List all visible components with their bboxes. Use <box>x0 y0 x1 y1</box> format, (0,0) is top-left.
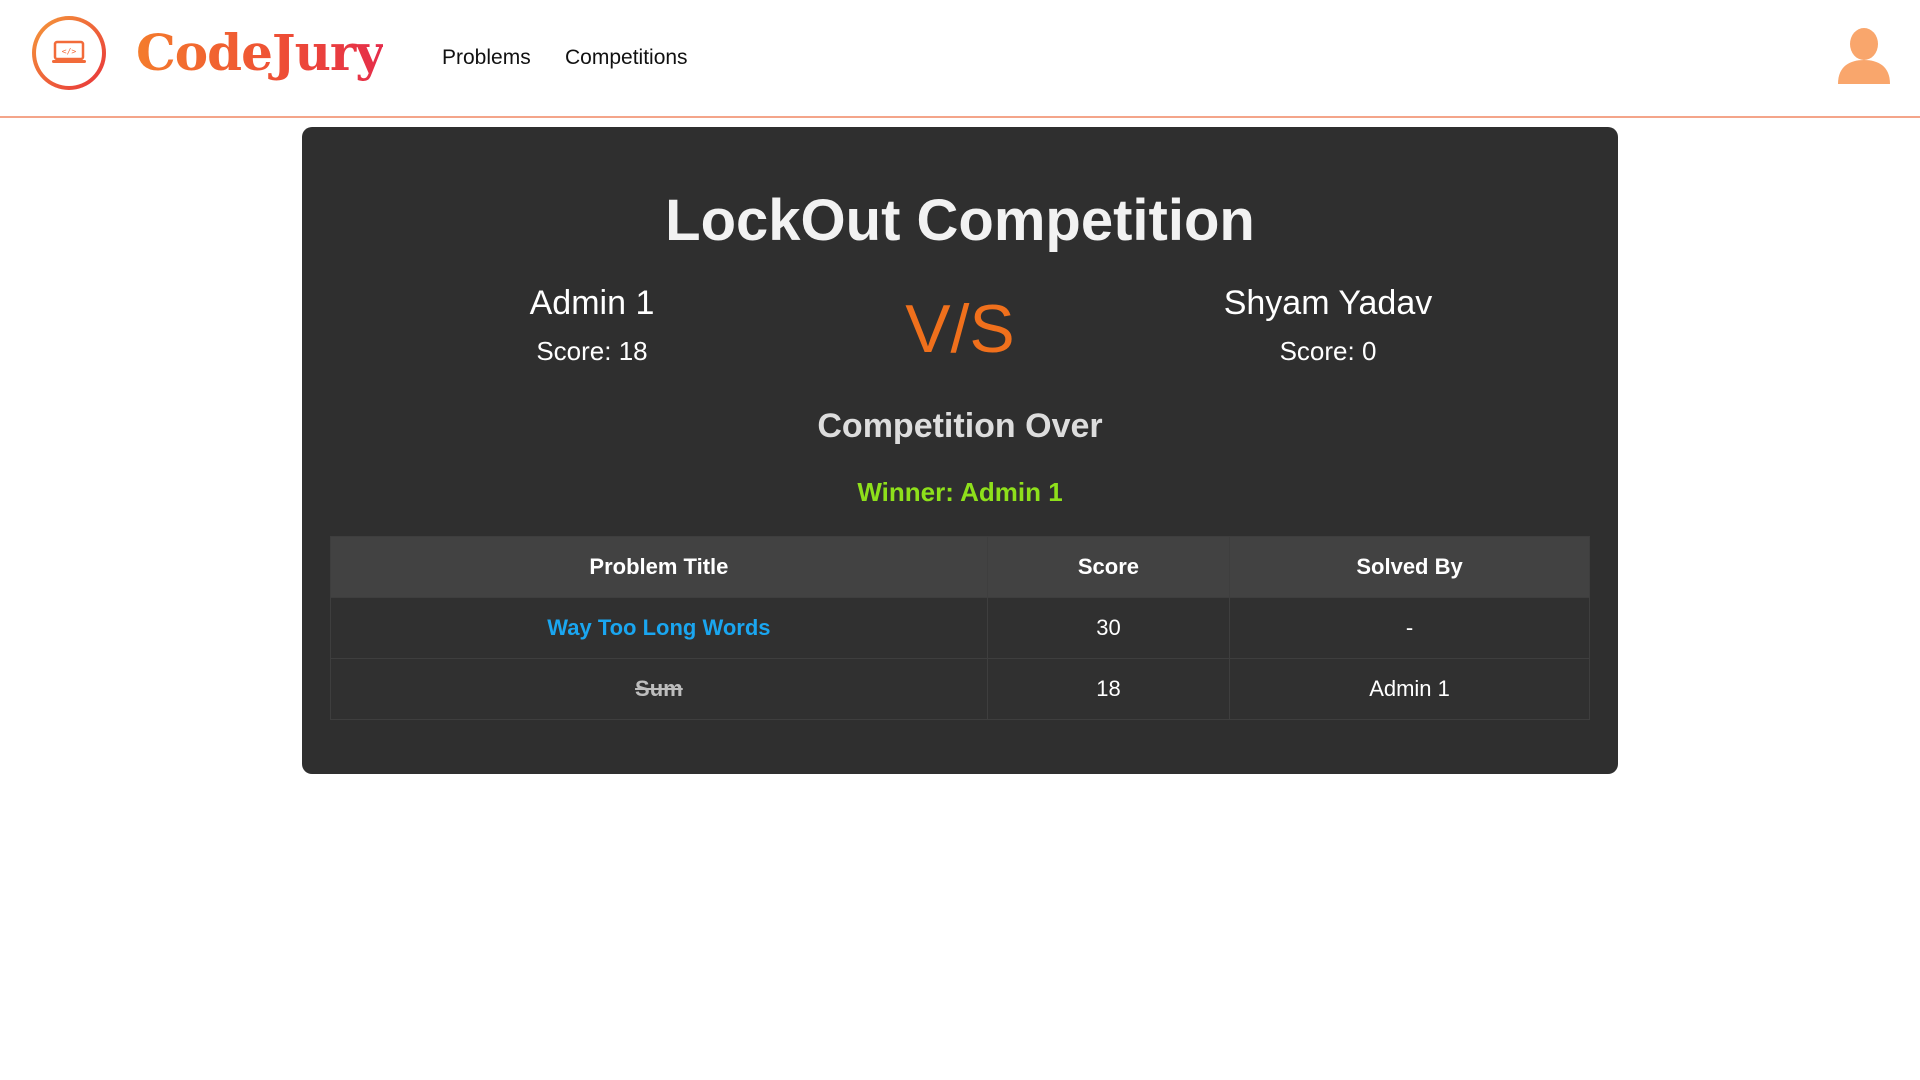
table-row: Sum 18 Admin 1 <box>330 658 1590 720</box>
top-navbar: </> CodeJury Problems Competitions <box>0 0 1920 118</box>
player-1-name: Admin 1 <box>529 284 655 322</box>
solved-by-cell: - <box>1229 597 1590 659</box>
competition-status: Competition Over <box>817 407 1103 445</box>
laptop-code-icon[interactable]: </> <box>32 16 106 90</box>
player-2-score: Score: 0 <box>1279 336 1377 366</box>
nav-link-problems[interactable]: Problems <box>442 46 531 70</box>
versus-label: V/S <box>905 291 1015 367</box>
solved-by-cell: Admin 1 <box>1229 658 1590 720</box>
player-2-panel: Shyam Yadav Score: 0 <box>1148 282 1508 368</box>
problem-link[interactable]: Way Too Long Words <box>547 615 770 640</box>
problem-title-solved: Sum <box>635 676 683 701</box>
problem-title-cell: Way Too Long Words <box>330 597 988 659</box>
competition-card: LockOut Competition Admin 1 Score: 18 V/… <box>302 127 1618 774</box>
competition-title: LockOut Competition <box>665 188 1255 253</box>
table-row: Way Too Long Words 30 - <box>330 597 1590 659</box>
header-score: Score <box>986 536 1231 598</box>
problem-score-cell: 18 <box>986 658 1231 720</box>
header-problem-title: Problem Title <box>330 536 988 598</box>
brand-logo-text[interactable]: CodeJury <box>136 18 384 88</box>
header-solved-by: Solved By <box>1229 536 1590 598</box>
nav-link-competitions[interactable]: Competitions <box>565 46 688 70</box>
problems-table: Problem Title Score Solved By Way Too Lo… <box>330 536 1590 720</box>
user-avatar-icon[interactable] <box>1836 26 1892 86</box>
player-1-panel: Admin 1 Score: 18 <box>412 282 772 368</box>
svg-text:</>: </> <box>62 47 77 56</box>
player-1-score: Score: 18 <box>536 336 648 366</box>
player-2-name: Shyam Yadav <box>1223 284 1433 322</box>
winner-label: Winner: Admin 1 <box>857 477 1063 507</box>
table-header-row: Problem Title Score Solved By <box>330 536 1590 598</box>
problem-title-cell: Sum <box>330 658 988 720</box>
problem-score-cell: 30 <box>986 597 1231 659</box>
